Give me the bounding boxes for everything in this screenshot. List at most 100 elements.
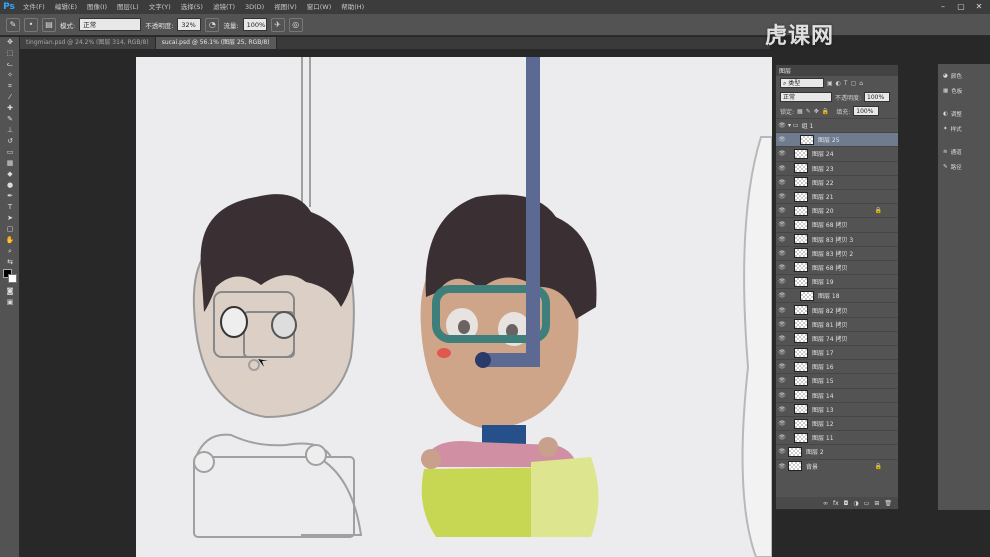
pressure-size-icon[interactable]: ◎ [288, 17, 303, 32]
layer-row[interactable]: 👁 图层 74 拷贝 [776, 330, 898, 345]
layer-row[interactable]: 👁 图层 16 [776, 359, 898, 373]
layer-row[interactable]: 👁 图层 22 [776, 174, 898, 189]
visibility-eye-icon[interactable]: 👁 [776, 264, 788, 271]
brush-panel-icon[interactable]: ▤ [42, 17, 56, 32]
stamp-tool-icon[interactable]: ⊥ [0, 125, 20, 136]
layer-row[interactable]: 👁 图层 24 [776, 146, 898, 160]
layer-row[interactable]: 👁 图层 25 [776, 132, 898, 147]
visibility-eye-icon[interactable]: 👁 [776, 150, 788, 157]
crop-tool-icon[interactable]: ⌗ [0, 81, 20, 92]
eraser-tool-icon[interactable]: ▭ [0, 147, 20, 158]
visibility-eye-icon[interactable]: 👁 [776, 250, 788, 257]
menu-item-5[interactable]: 选择(S) [176, 0, 208, 14]
gradient-tool-icon[interactable]: ▦ [0, 158, 20, 169]
layer-row[interactable]: 👁 图层 2 [776, 444, 898, 458]
tab-sucai[interactable]: sucai.psd @ 56.1% (图层 25, RGB/8) [155, 37, 277, 49]
layer-row[interactable]: 👁 图层 15 [776, 373, 898, 387]
menu-item-10[interactable]: 帮助(H) [336, 0, 369, 14]
layer-row[interactable]: 👁 图层 83 拷贝 2 [776, 245, 898, 260]
link-layers-icon[interactable]: ∞ [823, 500, 828, 507]
visibility-eye-icon[interactable]: 👁 [776, 392, 788, 399]
add-mask-icon[interactable]: ◘ [844, 500, 849, 507]
layer-row[interactable]: 👁 图层 17 [776, 345, 898, 359]
layer-row[interactable]: 👁 图层 82 拷贝 [776, 302, 898, 316]
close-icon[interactable]: ✕ [971, 0, 987, 14]
menu-item-6[interactable]: 滤镜(T) [208, 0, 240, 14]
color-swatches[interactable] [0, 268, 19, 286]
delete-layer-icon[interactable]: 🗑 [884, 500, 892, 507]
brush-size-icon[interactable]: • [24, 17, 38, 32]
filter-type-icon[interactable]: T [844, 80, 848, 87]
visibility-eye-icon[interactable]: 👁 [776, 335, 788, 342]
quick-select-tool-icon[interactable]: ✧ [0, 70, 20, 81]
healing-tool-icon[interactable]: ✚ [0, 103, 20, 114]
visibility-eye-icon[interactable]: 👁 [776, 207, 788, 214]
airbrush-icon[interactable]: ✈ [270, 17, 285, 32]
dodge-tool-icon[interactable]: ● [0, 180, 20, 191]
visibility-eye-icon[interactable]: 👁 [776, 377, 788, 384]
pen-tool-icon[interactable]: ✒ [0, 191, 20, 202]
new-group-icon[interactable]: ▭ [864, 500, 870, 507]
menu-item-7[interactable]: 3D(D) [240, 0, 269, 14]
history-brush-icon[interactable]: ↺ [0, 136, 20, 147]
lock-paint-icon[interactable]: ✎ [806, 108, 811, 115]
layer-row[interactable]: 👁 ▾ ▭ 组 1 [776, 118, 898, 132]
type-tool-icon[interactable]: T [0, 202, 20, 213]
minimize-icon[interactable]: – [935, 0, 951, 14]
menu-item-3[interactable]: 图层(L) [112, 0, 144, 14]
eyedropper-tool-icon[interactable]: ⁄ [0, 92, 20, 103]
lock-pixels-icon[interactable]: ▦ [797, 108, 803, 115]
blend-mode-select[interactable]: 正常 [780, 92, 832, 102]
visibility-eye-icon[interactable]: 👁 [776, 349, 788, 356]
layer-row[interactable]: 👁 图层 83 拷贝 3 [776, 231, 898, 246]
color-panel-button[interactable]: ◕ 颜色 [938, 68, 990, 83]
layers-tab[interactable]: 图层 [779, 66, 791, 75]
shape-tool-icon[interactable]: ▢ [0, 224, 20, 235]
lasso-tool-icon[interactable]: ᓚ [0, 59, 20, 70]
hand-tool-icon[interactable]: ✋ [0, 235, 20, 246]
tab-tingmian[interactable]: tingmian.psd @ 24.2% (图层 314, RGB/8) [20, 37, 156, 49]
paths-panel-button[interactable]: ✎ 路径 [938, 159, 990, 174]
menu-item-1[interactable]: 编辑(E) [50, 0, 82, 14]
layer-row[interactable]: 👁 图层 13 [776, 401, 898, 416]
styles-panel-button[interactable]: ✦ 样式 [938, 121, 990, 136]
channels-panel-button[interactable]: ≋ 通道 [938, 144, 990, 159]
quick-mask-icon[interactable]: ◙ [0, 286, 20, 297]
document-canvas[interactable] [136, 57, 772, 557]
layer-row[interactable]: 👁 图层 68 拷贝 [776, 217, 898, 231]
zoom-tool-icon[interactable]: ⌕ [0, 246, 20, 257]
layer-row[interactable]: 👁 图层 23 [776, 160, 898, 175]
menu-item-2[interactable]: 图像(I) [82, 0, 112, 14]
filter-smart-icon[interactable]: ⌂ [859, 80, 863, 87]
visibility-eye-icon[interactable]: 👁 [776, 136, 788, 143]
menu-item-0[interactable]: 文件(F) [18, 0, 50, 14]
visibility-eye-icon[interactable]: 👁 [776, 463, 788, 470]
layer-style-icon[interactable]: fx [833, 500, 839, 507]
filter-adjust-icon[interactable]: ◐ [836, 80, 841, 87]
layer-row[interactable]: 👁 图层 81 拷贝 [776, 316, 898, 331]
brush-tool-icon[interactable]: ✎ [6, 17, 20, 32]
visibility-eye-icon[interactable]: 👁 [776, 363, 788, 370]
flow-field[interactable]: 100% [242, 18, 267, 31]
visibility-eye-icon[interactable]: 👁 [776, 448, 788, 455]
opacity-field[interactable]: 32% [177, 18, 202, 31]
swatches-panel-button[interactable]: ▦ 色板 [938, 83, 990, 98]
layer-row[interactable]: 👁 图层 18 [776, 288, 898, 302]
path-select-tool-icon[interactable]: ➤ [0, 213, 20, 224]
blur-tool-icon[interactable]: ◆ [0, 169, 20, 180]
visibility-eye-icon[interactable]: 👁 [776, 434, 788, 441]
new-layer-icon[interactable]: ⊞ [874, 500, 879, 507]
pressure-opacity-icon[interactable]: ◔ [205, 17, 220, 32]
layer-row[interactable]: 👁 图层 20 🔒 [776, 203, 898, 217]
marquee-tool-icon[interactable]: ⬚ [0, 48, 20, 59]
layer-row[interactable]: 👁 图层 21 [776, 188, 898, 203]
layer-row[interactable]: 👁 图层 68 拷贝 [776, 259, 898, 274]
layer-row[interactable]: 👁 图层 12 [776, 415, 898, 430]
filter-pixel-icon[interactable]: ▣ [827, 80, 833, 87]
visibility-eye-icon[interactable]: 👁 [776, 179, 788, 186]
filter-shape-icon[interactable]: ▢ [851, 80, 857, 87]
layer-row[interactable]: 👁 图层 19 [776, 274, 898, 288]
screen-mode-icon[interactable]: ▣ [0, 297, 20, 308]
visibility-eye-icon[interactable]: 👁 [776, 122, 788, 129]
adjustment-layer-icon[interactable]: ◑ [853, 500, 858, 507]
